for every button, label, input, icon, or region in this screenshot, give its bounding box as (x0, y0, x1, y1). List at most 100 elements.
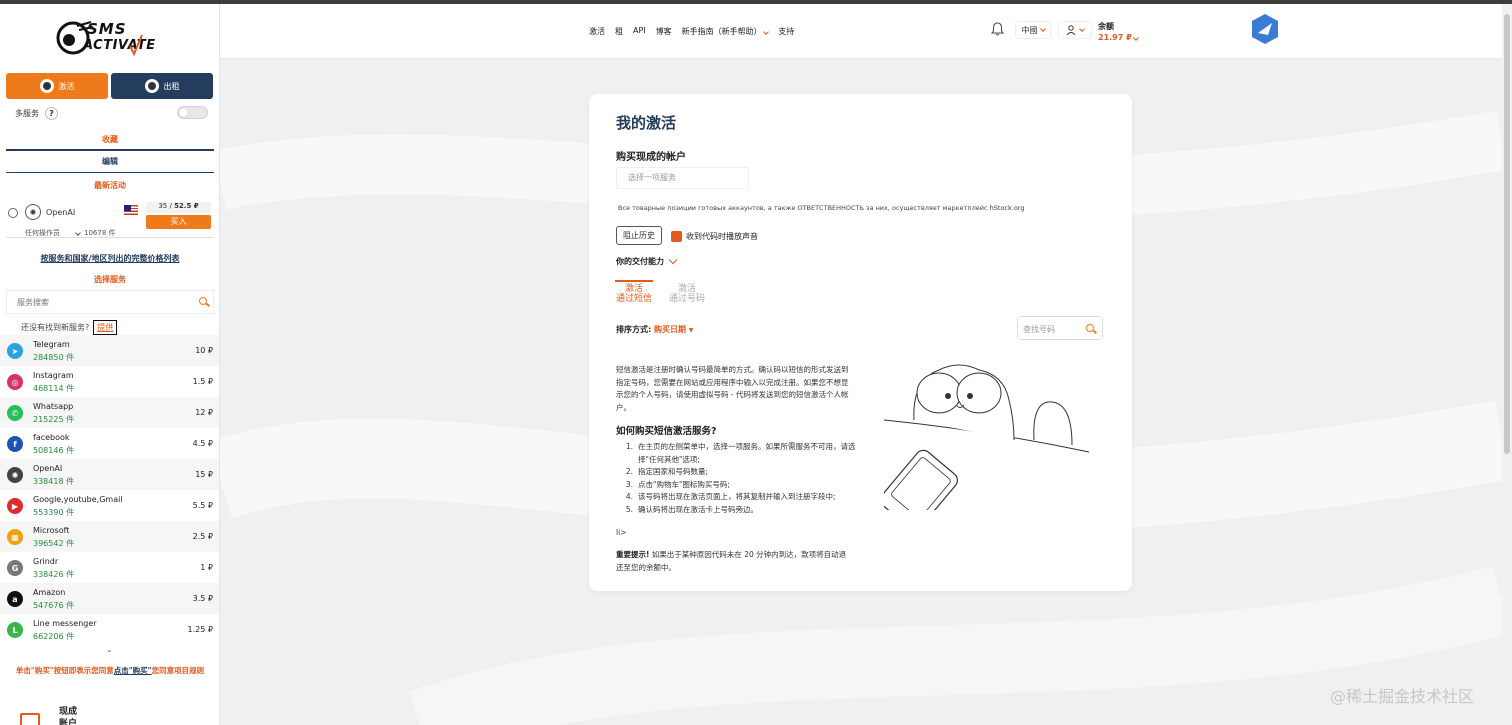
bell-icon[interactable] (991, 22, 1004, 36)
service-icon: ▶ (7, 498, 23, 514)
service-row[interactable]: f facebook 508146 件 4.5 ₽ (0, 428, 219, 459)
page-title: 我的激活 (616, 114, 677, 132)
service-icon: f (7, 436, 23, 452)
sound-checkbox[interactable] (671, 231, 682, 242)
service-row[interactable]: ◎ Instagram 468114 件 1.5 ₽ (0, 366, 219, 397)
rent-mode-label: 出租 (163, 81, 180, 91)
logo-text-activate: ACTIVATE (83, 38, 156, 53)
sound-label: 收到代码时播放声音 (686, 232, 758, 241)
activations-card: 我的激活 购买现成的帐户 选择一项服务 Все товарные позиции… (589, 94, 1132, 591)
service-row[interactable]: ▶ Google,youtube,Gmail 553390 件 5.5 ₽ (0, 490, 219, 521)
service-row[interactable]: ✆ Whatsapp 215225 件 12 ₽ (0, 397, 219, 428)
service-count: 662206 件 (33, 632, 75, 641)
service-row[interactable]: ✺ OpenAI 338418 件 15 ₽ (0, 459, 219, 490)
search-icon[interactable] (199, 297, 207, 305)
favorites-tab[interactable]: 收藏 (6, 134, 214, 151)
service-count: 338418 件 (33, 477, 75, 486)
service-count: 215225 件 (33, 415, 75, 424)
nav-guide[interactable]: 新手指南（新手帮助） (682, 26, 770, 37)
nav-rent[interactable]: 租 (615, 26, 623, 37)
nav-support[interactable]: 支持 (778, 26, 794, 37)
tab-sms-activation[interactable]: 激活 通过短信 (615, 280, 653, 304)
recent-price-value: 52.5 ₽ (174, 202, 199, 210)
recent-price-count: 35 (158, 202, 168, 210)
ready-accounts-link[interactable]: 现成 账户 (59, 706, 77, 725)
important-text: 如果出于某种原因代码未在 20 分钟内到达，款项将自动退还至您的余额中。 (616, 550, 847, 572)
language-select[interactable]: 中國 (1015, 21, 1051, 39)
service-count: 508146 件 (33, 446, 75, 455)
step-number: 4. (625, 492, 633, 501)
malaysia-flag-icon (124, 205, 138, 215)
chevron-down-icon (763, 29, 770, 35)
search-icon[interactable] (1086, 324, 1094, 332)
edit-tab[interactable]: 编辑 (6, 156, 214, 173)
service-row[interactable]: L Line messenger 662206 件 1.25 ₽ (0, 614, 219, 645)
ready-accounts-line2: 账户 (59, 719, 78, 725)
sms-activate-logo[interactable]: SMS ACTIVATE (55, 16, 165, 64)
bird-mascot-icon[interactable] (1250, 13, 1280, 45)
service-price: 3.5 ₽ (192, 594, 213, 603)
nav-blog[interactable]: 博客 (656, 26, 672, 37)
service-row[interactable]: G Grindr 338426 件 1 ₽ (0, 552, 219, 583)
delivery-dropdown[interactable]: 你的交付能力 (616, 255, 678, 267)
service-price: 4.5 ₽ (192, 439, 213, 448)
mascot-illustration (884, 364, 1090, 510)
full-price-list-link[interactable]: 按服务和国家/地区列出的完整价格列表 (6, 253, 214, 264)
stray-li-tag: li> (616, 528, 627, 537)
service-search-input[interactable] (7, 291, 187, 313)
service-row[interactable]: ➤ Telegram 284850 件 10 ₽ (0, 335, 219, 366)
service-price: 1.25 ₽ (187, 625, 213, 634)
step-text: 点击"购物车"图标购买号码; (638, 479, 730, 489)
service-count: 553390 件 (33, 508, 75, 517)
service-icon: ◎ (7, 374, 23, 390)
operator-select[interactable]: 任何操作员 (25, 228, 60, 238)
block-history-button[interactable]: 阻止历史 (616, 226, 662, 245)
ready-accounts-title: 购买现成的帐户 (616, 152, 686, 163)
balance-value[interactable]: 21.97 ₽ (1098, 33, 1140, 42)
disclaimer-text: Все товарные позиции готовых аккаунтов, … (618, 204, 988, 212)
recent-price-box: 35 / 52.5 ₽ (146, 202, 211, 213)
help-icon[interactable]: ? (45, 107, 58, 120)
service-price: 2.5 ₽ (192, 532, 213, 541)
user-icon (1066, 25, 1076, 35)
suggest-service-button[interactable]: 提供 (93, 320, 118, 335)
service-price: 10 ₽ (195, 346, 213, 355)
hstock-link[interactable]: hStock.org (990, 204, 1025, 212)
important-notice: 重要提示! 如果出于某种原因代码未在 20 分钟内到达，款项将自动退还至您的余额… (616, 549, 851, 574)
recent-activity-item: ✺ OpenAI 35 / 52.5 ₽ 买入 任何操作员 10678 件 (6, 200, 214, 238)
multi-service-toggle[interactable] (177, 106, 208, 119)
howto-step: 3. 点击"购物车"图标购买号码; (616, 479, 856, 492)
main-nav: 激活 租 API 博客 新手指南（新手帮助） 支持 (589, 26, 794, 37)
service-row[interactable]: ▦ Microsoft 396542 件 2.5 ₽ (0, 521, 219, 552)
number-search-box[interactable]: 查找号码 (1017, 316, 1103, 340)
marketplace-disclaimer: Все товарные позиции готовых аккаунтов, … (618, 204, 1025, 212)
show-more-chevron-icon[interactable]: ⌄ (106, 645, 113, 654)
account-service-select[interactable]: 选择一项服务 (616, 167, 749, 189)
step-number: 1. (625, 442, 633, 451)
user-menu[interactable] (1058, 21, 1092, 39)
sort-control[interactable]: 排序方式: 购买日期 ▼ (616, 324, 693, 335)
rent-mode-button[interactable]: 出租 (111, 73, 213, 99)
buy-button[interactable]: 买入 (146, 215, 211, 229)
step-text: 指定国家和号码数量; (638, 467, 709, 476)
ready-accounts-icon (20, 713, 40, 725)
rules-link[interactable]: 点击"购买" (114, 666, 152, 675)
nav-activate[interactable]: 激活 (589, 26, 605, 37)
service-name: Amazon (33, 588, 66, 597)
tab-number-activation[interactable]: 激活 通过号码 (668, 280, 706, 304)
rent-mode-icon (144, 79, 159, 93)
service-count: 547676 件 (33, 601, 75, 610)
service-search-box (6, 290, 214, 314)
select-service-title: 选择服务 (94, 275, 126, 284)
activate-mode-button[interactable]: 激活 (6, 73, 108, 99)
not-found-row: 还没有找到新服务? 提供 (21, 320, 118, 335)
nav-api[interactable]: API (633, 26, 646, 37)
howto-title: 如何购买短信激活服务? (616, 426, 717, 437)
service-row[interactable]: a Amazon 547676 件 3.5 ₽ (0, 583, 219, 614)
page-scrollbar[interactable] (1502, 4, 1512, 725)
service-list: ➤ Telegram 284850 件 10 ₽ ◎ Instagram 468114 件 1… (0, 335, 219, 645)
service-count: 468114 件 (33, 384, 75, 393)
service-icon: ▦ (7, 529, 23, 545)
language-label: 中國 (1021, 25, 1038, 35)
scrollbar-thumb[interactable] (1504, 14, 1510, 454)
